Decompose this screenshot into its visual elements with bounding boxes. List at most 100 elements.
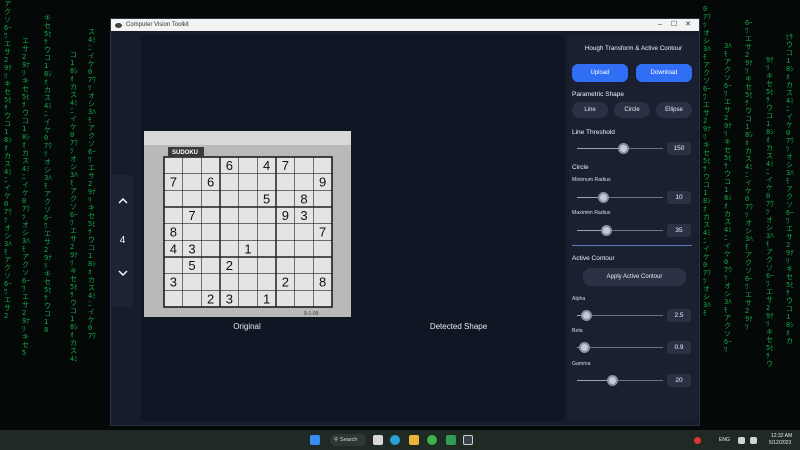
file-explorer-icon[interactable] (409, 435, 419, 445)
sudoku-digit: 7 (282, 158, 289, 173)
edge-icon[interactable] (390, 435, 400, 445)
window-title: Computer Vision Toolkit (126, 22, 189, 28)
apply-active-contour-button[interactable]: Apply Active Contour (583, 268, 686, 286)
matrix-glyph-column: ﾋｻウコ18ｼｵカス4ﾐﾆイケ07ｳﾂオシ3ﾊﾓアクソ6ｰﾜエサ29ﾅﾘキセ5ﾋ… (786, 33, 794, 345)
sudoku-digit: 6 (207, 175, 214, 190)
sudoku-digit: 8 (300, 191, 307, 206)
beta-slider[interactable] (577, 342, 663, 353)
detected-caption: Detected Shape (429, 322, 488, 331)
sudoku-digit: 5 (263, 191, 270, 206)
chevron-down-icon[interactable] (111, 269, 134, 280)
line-button[interactable]: Line (572, 102, 608, 118)
sudoku-digit: 4 (170, 241, 177, 256)
circle-section-label: Circle (572, 164, 589, 171)
beta-value[interactable]: 0.9 (667, 341, 691, 354)
upload-button[interactable]: Upload (572, 64, 628, 82)
sudoku-digit: 1 (244, 241, 251, 256)
line-threshold-label: Line Threshold (572, 129, 615, 136)
image-index: 4 (119, 235, 126, 246)
line-threshold-slider[interactable] (577, 143, 663, 154)
sudoku-header: SUDOKU (172, 150, 198, 156)
alpha-label: Alpha (572, 296, 586, 302)
chevron-up-icon[interactable] (111, 197, 134, 208)
min-radius-slider[interactable] (577, 192, 663, 203)
matrix-glyph-column: ス4ﾐﾆイケ07ｳﾂオシ3ﾊﾓアクソ6ｰﾜエサ29ﾅﾘキセ5ﾋｻウコ18ｼｵカス… (88, 28, 96, 340)
task-view-icon[interactable] (373, 435, 383, 445)
matrix-glyph-column: キセ5ﾋｻウコ18ｼｵカス4ﾐﾆイケ07ｳﾂオシ3ﾊﾓアクソ6ｰﾜエサ29ﾅﾘキ… (44, 14, 52, 334)
ellipse-button[interactable]: Ellipse (656, 102, 692, 118)
slider-thumb[interactable] (597, 192, 609, 203)
chrome-icon[interactable] (427, 435, 437, 445)
alpha-slider[interactable] (577, 310, 663, 321)
start-icon[interactable] (310, 435, 320, 445)
maximize-icon[interactable]: ☐ (667, 19, 681, 31)
sudoku-digit: 7 (319, 225, 326, 240)
alpha-value[interactable]: 2.5 (667, 309, 691, 322)
min-radius-label: Minimum Radius (572, 177, 611, 183)
taskbar-search[interactable]: ⚲ Search (330, 434, 366, 446)
sudoku-digit: 2 (207, 291, 214, 306)
parametric-shape-label: Parametric Shape (572, 91, 625, 98)
sudoku-digit: 3 (226, 291, 233, 306)
sudoku-digit: 8 (319, 275, 326, 290)
notification-icon[interactable] (694, 437, 701, 444)
slider-thumb[interactable] (580, 310, 592, 321)
app-content: 4 SUDOKU 647769587938743152328231 9-1-09… (111, 31, 699, 425)
slider-thumb[interactable] (617, 143, 629, 154)
max-radius-slider[interactable] (577, 225, 663, 236)
matrix-glyph-column: 9ﾅﾘキセ5ﾋｻウコ18ｼｵカス4ﾐﾆイケ07ｳﾂオシ3ﾊﾓアクソ6ｰﾜエサ29… (766, 56, 774, 368)
matrix-glyph-column: エサ29ﾅﾘキセ5ﾋｻウコ18ｼｵカス4ﾐﾆイケ07ｳﾂオシ3ﾊﾓアクソ6ｰﾜエ… (22, 37, 30, 357)
max-radius-label: Maximim Radius (572, 210, 611, 216)
circle-button[interactable]: Circle (614, 102, 650, 118)
search-icon: ⚲ (334, 437, 339, 443)
slider-thumb[interactable] (578, 342, 590, 353)
title-bar: Computer Vision Toolkit – ☐ ✕ (111, 19, 699, 31)
sudoku-digit: 3 (170, 275, 177, 290)
sudoku-digit: 3 (300, 208, 307, 223)
beta-label: Beta (572, 328, 583, 334)
active-contour-label: Active Contour (572, 255, 615, 262)
search-label: Search (340, 437, 358, 443)
sudoku-digit: 9 (282, 208, 289, 223)
sudoku-digit: 4 (263, 158, 270, 173)
sudoku-digit: 6 (226, 158, 233, 173)
line-threshold-value[interactable]: 150 (667, 142, 691, 155)
sudoku-digit: 7 (188, 208, 195, 223)
sudoku-digit: 8 (170, 225, 177, 240)
sudoku-digit: 3 (188, 241, 195, 256)
original-image: SUDOKU 647769587938743152328231 9-1-09 (144, 131, 351, 317)
gamma-slider[interactable] (577, 375, 663, 386)
gamma-label: Gamma (572, 361, 591, 367)
app-icon-green[interactable] (446, 435, 456, 445)
active-app-icon[interactable] (463, 435, 473, 445)
close-icon[interactable]: ✕ (681, 19, 695, 31)
slider-thumb[interactable] (607, 375, 619, 386)
sudoku-digit: 5 (188, 258, 195, 273)
sudoku-digit: 9 (319, 175, 326, 190)
sudoku-digit: 2 (282, 275, 289, 290)
app-icon (115, 22, 122, 28)
matrix-glyph-column: コ18ｼｵカス4ﾐﾆイケ07ｳﾂオシ3ﾊﾓアクソ6ｰﾜエサ29ﾅﾘキセ5ﾋｻウコ… (70, 51, 78, 363)
section-divider (572, 245, 692, 246)
taskbar: ⚲ Search ENG 12:32 AM 5/12/2023 (0, 430, 800, 450)
min-radius-value[interactable]: 10 (667, 191, 691, 204)
wifi-icon[interactable] (738, 437, 745, 444)
gamma-value[interactable]: 20 (667, 374, 691, 387)
image-navigator: 4 (111, 175, 134, 307)
original-caption: Original (233, 322, 261, 331)
matrix-glyph-column: 6ｰﾜエサ29ﾅﾘキセ5ﾋｻウコ18ｼｵカス4ﾐﾆイケ07ｳﾂオシ3ﾊﾓアクソ6… (745, 19, 753, 331)
clock-date[interactable]: 5/12/2023 (769, 440, 791, 446)
max-radius-value[interactable]: 35 (667, 224, 691, 237)
volume-icon[interactable] (750, 437, 757, 444)
control-panel: Hough Transform & Active Contour Upload … (569, 35, 698, 421)
matrix-glyph-column: 07ｳﾂオシ3ﾊﾓアクソ6ｰﾜエサ29ﾅﾘキセ5ﾋｻウコ18ｼｵカス4ﾐﾆイケ0… (703, 5, 711, 317)
language-indicator[interactable]: ENG (719, 437, 730, 443)
app-window: Computer Vision Toolkit – ☐ ✕ 4 SUDOKU 6… (110, 18, 700, 426)
sudoku-digit: 7 (170, 175, 177, 190)
download-button[interactable]: Download (636, 64, 692, 82)
matrix-glyph-column: アクソ6ｰﾜエサ29ﾅﾘキセ5ﾋｻウコ18ｼｵカス4ﾐﾆイケ07ｳﾂオシ3ﾊﾓア… (4, 0, 12, 320)
clock-time[interactable]: 12:32 AM (771, 433, 792, 439)
sudoku-footer: 9-1-09 (304, 311, 319, 317)
minimize-icon[interactable]: – (653, 19, 667, 31)
slider-thumb[interactable] (601, 225, 613, 236)
